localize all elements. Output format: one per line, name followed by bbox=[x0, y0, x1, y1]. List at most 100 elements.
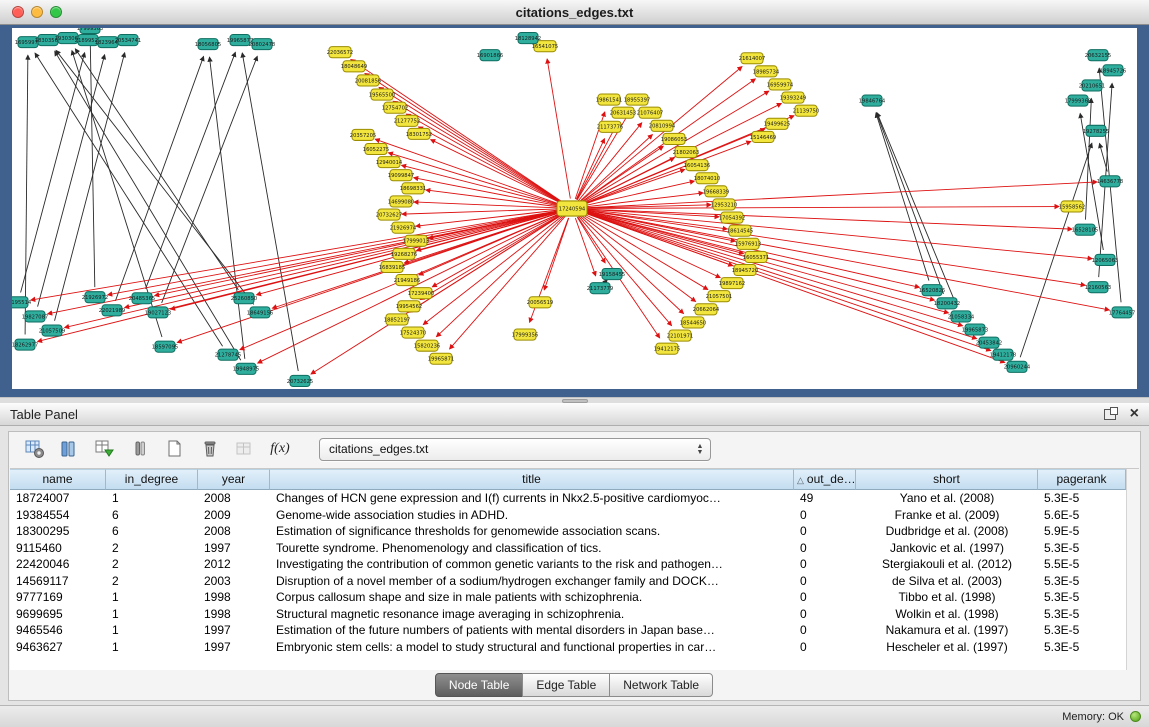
graph-node[interactable]: 17999356 bbox=[512, 329, 538, 340]
graph-node[interactable]: 16520826 bbox=[919, 285, 945, 296]
graph-node[interactable]: 17524370 bbox=[400, 327, 426, 338]
graph-node[interactable]: 19268276 bbox=[391, 248, 417, 259]
graph-node[interactable]: 18048649 bbox=[341, 61, 367, 72]
table-row[interactable]: 1830029562008Estimation of significance … bbox=[10, 523, 1126, 540]
column-header-title[interactable]: title bbox=[270, 469, 794, 490]
graph-node[interactable]: 19499625 bbox=[764, 118, 790, 129]
graph-node[interactable]: 16052275 bbox=[363, 143, 389, 154]
table-row[interactable]: 946554611997Estimation of the future num… bbox=[10, 622, 1126, 639]
column-header-out_degree[interactable]: △out_de… bbox=[794, 469, 856, 490]
graph-node[interactable]: 14699080 bbox=[388, 196, 414, 207]
table-row[interactable]: 2242004622012Investigating the contribut… bbox=[10, 556, 1126, 573]
graph-node[interactable]: 21949186 bbox=[394, 275, 420, 286]
graph-node[interactable]: 15958562 bbox=[1059, 201, 1085, 212]
graph-node[interactable]: 25260850 bbox=[231, 293, 257, 304]
graph-node[interactable]: 19158455 bbox=[599, 268, 625, 279]
graph-node[interactable]: 17239400 bbox=[408, 288, 434, 299]
graph-node[interactable]: 17999013 bbox=[403, 235, 429, 246]
graph-node[interactable]: 18301752 bbox=[406, 128, 432, 139]
graph-node[interactable]: 18597095 bbox=[152, 341, 178, 352]
graph-node[interactable]: 15976913 bbox=[735, 238, 761, 249]
graph-node[interactable]: 21802063 bbox=[673, 146, 699, 157]
graph-node[interactable]: 21173776 bbox=[597, 121, 623, 132]
graph-node[interactable]: 20081856 bbox=[355, 75, 381, 86]
tab-edge-table[interactable]: Edge Table bbox=[522, 673, 610, 697]
graph-node[interactable]: 18955397 bbox=[624, 94, 650, 105]
column-header-short[interactable]: short bbox=[856, 469, 1038, 490]
tab-network-table[interactable]: Network Table bbox=[609, 673, 713, 697]
graph-node[interactable]: 12953210 bbox=[711, 199, 737, 210]
graph-node[interactable]: 19668339 bbox=[703, 186, 729, 197]
graph-node[interactable]: 19099847 bbox=[388, 170, 414, 181]
graph-node[interactable]: 18262977 bbox=[12, 339, 38, 350]
graph-node[interactable]: 17999368 bbox=[1065, 95, 1091, 106]
graph-node[interactable]: 20534741 bbox=[115, 35, 141, 46]
graph-node[interactable]: 21139750 bbox=[793, 105, 819, 116]
graph-node[interactable]: 20810994 bbox=[649, 120, 676, 131]
graph-node[interactable]: 19965871 bbox=[428, 353, 454, 364]
graph-node[interactable]: 20662064 bbox=[693, 304, 720, 315]
function-builder-button[interactable]: f(x) bbox=[268, 437, 292, 461]
graph-node[interactable]: 20210651 bbox=[1079, 80, 1105, 91]
graph-node[interactable]: 12065063 bbox=[1092, 254, 1118, 265]
graph-node[interactable]: 15820236 bbox=[414, 340, 440, 351]
graph-node[interactable]: 18649156 bbox=[247, 307, 273, 318]
column-header-name[interactable]: name bbox=[10, 469, 106, 490]
graph-node[interactable]: 20732625 bbox=[287, 375, 313, 386]
resize-grip[interactable] bbox=[562, 399, 588, 403]
graph-node[interactable]: 21076407 bbox=[637, 107, 663, 118]
table-row[interactable]: 946362711997Embryonic stem cells: a mode… bbox=[10, 639, 1126, 656]
column-header-in_degree[interactable]: in_degree bbox=[106, 469, 198, 490]
graph-node[interactable]: 22101971 bbox=[667, 330, 693, 341]
table-row[interactable]: 1872400712008Changes of HCN gene express… bbox=[10, 490, 1126, 507]
graph-node[interactable]: 14636778 bbox=[1097, 176, 1123, 187]
network-view[interactable]: 1724059422036572180486492008185619565500… bbox=[12, 28, 1137, 389]
graph-node[interactable]: 18945726 bbox=[1100, 65, 1126, 76]
graph-node[interactable]: 15146469 bbox=[750, 131, 776, 142]
graph-node[interactable]: 21926974 bbox=[390, 222, 417, 233]
graph-node[interactable]: 19412175 bbox=[654, 343, 680, 354]
column-header-pagerank[interactable]: pagerank bbox=[1038, 469, 1126, 490]
graph-node[interactable]: 17999363 bbox=[77, 28, 103, 34]
graph-node[interactable]: 19086053 bbox=[661, 133, 687, 144]
show-columns-button[interactable] bbox=[58, 437, 82, 461]
graph-node[interactable]: 16839185 bbox=[379, 261, 405, 272]
window-titlebar[interactable]: citations_edges.txt bbox=[0, 0, 1149, 25]
table-row[interactable]: 1456911722003Disruption of a novel membe… bbox=[10, 573, 1126, 590]
import-table-data-button[interactable] bbox=[93, 437, 117, 461]
network-canvas[interactable]: 1724059422036572180486492008185619565500… bbox=[12, 28, 1137, 389]
graph-node[interactable]: 21173779 bbox=[587, 283, 613, 294]
graph-node[interactable]: 21058334 bbox=[948, 311, 975, 322]
graph-node[interactable]: 19393249 bbox=[780, 92, 806, 103]
graph-node[interactable]: 21277752 bbox=[394, 115, 420, 126]
table-settings-button[interactable] bbox=[23, 437, 47, 461]
float-panel-icon[interactable] bbox=[1104, 409, 1116, 420]
graph-node[interactable]: 16901866 bbox=[477, 50, 503, 61]
graph-node[interactable]: 21614007 bbox=[739, 53, 765, 64]
graph-node[interactable]: 20195514 bbox=[12, 297, 32, 308]
graph-node[interactable]: 19948975 bbox=[233, 363, 259, 374]
graph-node[interactable]: 20485365 bbox=[129, 293, 155, 304]
graph-node[interactable]: 20632155 bbox=[1085, 50, 1111, 61]
graph-node[interactable]: 20357205 bbox=[350, 129, 376, 140]
graph-node[interactable]: 18852197 bbox=[384, 314, 410, 325]
graph-node[interactable]: 18056805 bbox=[195, 39, 221, 50]
table-row[interactable]: 977716911998Corpus callosum shape and si… bbox=[10, 589, 1126, 606]
graph-node[interactable]: 18698331 bbox=[400, 183, 426, 194]
graph-node[interactable]: 18200432 bbox=[934, 298, 960, 309]
graph-node[interactable]: 19897162 bbox=[719, 278, 745, 289]
graph-node[interactable]: 17054392 bbox=[719, 212, 745, 223]
tab-node-table[interactable]: Node Table bbox=[435, 673, 524, 697]
graph-node[interactable]: 20453842 bbox=[976, 337, 1002, 348]
graph-node[interactable]: 18985734 bbox=[753, 66, 780, 77]
vertical-scrollbar[interactable] bbox=[1126, 469, 1139, 670]
graph-node[interactable]: 19278255 bbox=[1083, 125, 1109, 136]
panel-divider[interactable] bbox=[0, 397, 1149, 403]
graph-node[interactable]: 18074010 bbox=[694, 173, 720, 184]
graph-node[interactable]: 22036572 bbox=[327, 47, 353, 58]
graph-node[interactable]: 22021989 bbox=[99, 305, 125, 316]
import-table-disabled-button[interactable] bbox=[233, 437, 257, 461]
table-selector-combobox[interactable]: citations_edges.txt ▲▼ bbox=[319, 438, 711, 461]
graph-node[interactable]: 12160563 bbox=[1085, 282, 1111, 293]
graph-node[interactable]: 19412178 bbox=[990, 349, 1016, 360]
